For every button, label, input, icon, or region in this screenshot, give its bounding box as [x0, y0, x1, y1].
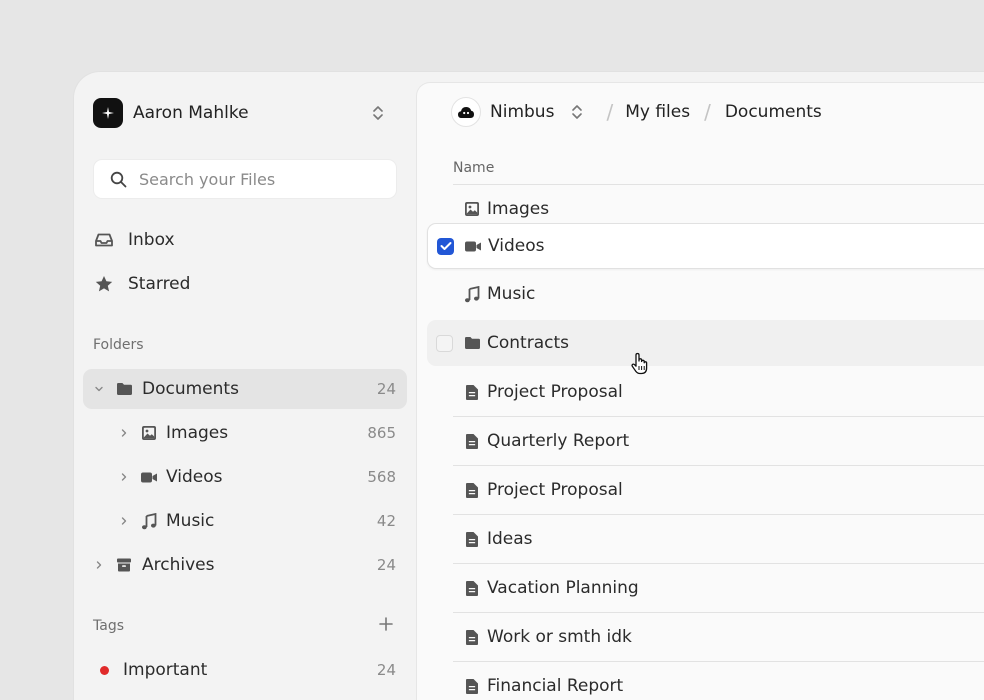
image-icon [463, 200, 481, 218]
folder-count: 865 [367, 424, 396, 442]
file-row-contracts[interactable]: Contracts [427, 320, 984, 366]
file-name: Ideas [487, 529, 533, 549]
row-divider [453, 563, 984, 564]
file-name: Videos [488, 236, 545, 256]
folder-music[interactable]: Music 42 [83, 501, 407, 541]
file-name: Project Proposal [487, 480, 623, 500]
chevron-right-icon[interactable] [119, 428, 129, 438]
main-panel: Nimbus / My files / Documents Name Image… [416, 82, 984, 700]
file-name: Work or smth idk [487, 627, 632, 647]
inbox-icon [95, 233, 113, 247]
file-row-financial-report[interactable]: Financial Report [427, 663, 984, 700]
sidebar: Aaron Mahlke Inbox Starred [74, 72, 416, 700]
folder-count: 42 [376, 512, 396, 530]
file-name: Vacation Planning [487, 578, 639, 598]
chevron-up-down-icon[interactable] [570, 103, 584, 121]
music-icon [140, 512, 158, 530]
tag-important[interactable]: Important 24 [93, 655, 397, 685]
row-checkbox[interactable] [437, 237, 454, 255]
folder-label: Images [166, 423, 229, 443]
folder-count: 568 [367, 468, 396, 486]
folder-label: Music [166, 511, 215, 531]
tags-section-title: Tags [93, 618, 124, 634]
folders-section-title: Folders [93, 337, 144, 353]
folder-archives[interactable]: Archives 24 [83, 545, 407, 585]
folder-count: 24 [376, 380, 396, 398]
folder-videos[interactable]: Videos 568 [83, 457, 407, 497]
folder-label: Documents [142, 379, 239, 399]
tag-count: 24 [376, 661, 396, 679]
chevron-up-down-icon[interactable] [371, 104, 385, 122]
file-name: Images [487, 199, 550, 219]
breadcrumb: Nimbus / My files / Documents [451, 97, 822, 127]
document-icon [463, 432, 481, 450]
chevron-right-icon[interactable] [94, 560, 104, 570]
folder-documents[interactable]: Documents 24 [83, 369, 407, 409]
file-row-vacation-planning[interactable]: Vacation Planning [427, 565, 984, 613]
file-row-quarterly-report[interactable]: Quarterly Report [427, 418, 984, 466]
app-window: Aaron Mahlke Inbox Starred [74, 72, 984, 700]
file-row-work[interactable]: Work or smth idk [427, 614, 984, 662]
breadcrumb-separator: / [606, 100, 614, 124]
row-divider [453, 465, 984, 466]
file-row-project-proposal[interactable]: Project Proposal [427, 369, 984, 417]
file-name: Quarterly Report [487, 431, 630, 451]
breadcrumb-my-files[interactable]: My files [625, 102, 690, 122]
video-icon [140, 468, 158, 486]
row-divider [453, 416, 984, 417]
file-name: Contracts [487, 333, 569, 353]
search-input[interactable] [139, 169, 379, 189]
folder-images[interactable]: Images 865 [83, 413, 407, 453]
account-name: Aaron Mahlke [133, 103, 249, 123]
document-icon [463, 481, 481, 499]
document-icon [463, 628, 481, 646]
plus-sparkle-icon [93, 98, 123, 128]
folder-label: Videos [166, 467, 223, 487]
document-icon [463, 530, 481, 548]
video-icon [464, 237, 482, 255]
tag-color-dot [100, 665, 109, 675]
row-divider [453, 661, 984, 662]
file-row-project-proposal[interactable]: Project Proposal [427, 467, 984, 515]
folder-icon [115, 380, 133, 398]
row-checkbox[interactable] [436, 334, 453, 352]
sidebar-item-starred[interactable]: Starred [94, 269, 190, 299]
breadcrumb-separator: / [704, 100, 711, 124]
workspace-name[interactable]: Nimbus [490, 102, 554, 122]
account-switcher[interactable]: Aaron Mahlke [93, 98, 393, 128]
cloud-logo-icon [451, 97, 481, 127]
file-row-ideas[interactable]: Ideas [427, 516, 984, 564]
chevron-right-icon[interactable] [119, 472, 129, 482]
chevron-right-icon[interactable] [119, 516, 129, 526]
star-icon [95, 276, 113, 292]
header-divider [453, 184, 984, 185]
document-icon [463, 677, 481, 695]
image-icon [140, 424, 158, 442]
sidebar-item-label: Inbox [128, 230, 175, 250]
hand-pointer-cursor-icon [631, 352, 648, 375]
document-icon [463, 383, 481, 401]
archive-icon [115, 556, 133, 574]
file-row-videos[interactable]: Videos [427, 223, 984, 269]
search-box[interactable] [93, 159, 397, 199]
row-divider [453, 514, 984, 515]
file-name: Music [487, 284, 536, 304]
search-icon [110, 171, 127, 187]
folder-count: 24 [376, 556, 396, 574]
sidebar-item-inbox[interactable]: Inbox [94, 225, 175, 255]
column-header-name[interactable]: Name [453, 160, 494, 176]
tag-label: Important [123, 660, 208, 680]
file-name: Financial Report [487, 676, 624, 696]
folder-label: Archives [142, 555, 215, 575]
folder-icon [463, 334, 481, 352]
file-name: Project Proposal [487, 382, 623, 402]
file-row-music[interactable]: Music [427, 271, 984, 317]
chevron-down-icon[interactable] [94, 384, 104, 394]
music-icon [463, 285, 481, 303]
document-icon [463, 579, 481, 597]
sidebar-item-label: Starred [128, 274, 191, 294]
add-tag-icon[interactable] [378, 616, 394, 632]
breadcrumb-documents[interactable]: Documents [725, 102, 822, 122]
row-divider [453, 612, 984, 613]
